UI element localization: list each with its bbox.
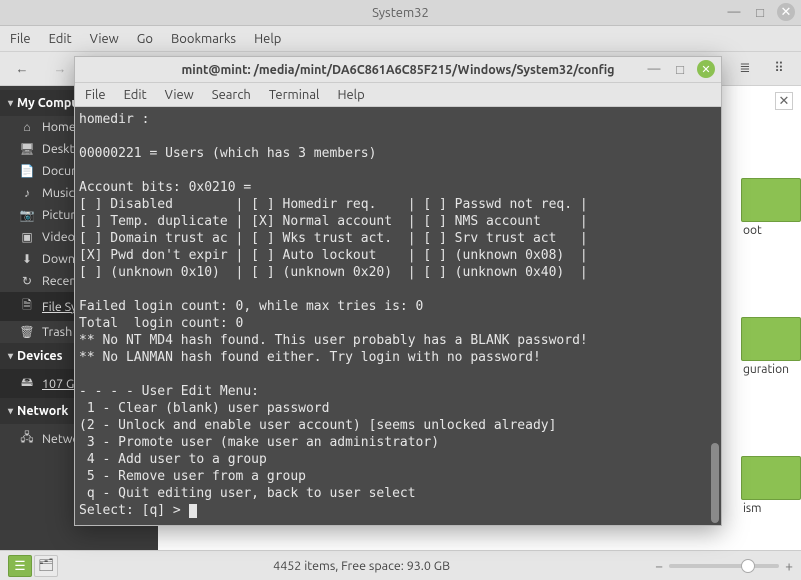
pictures-icon: 📷 [20,208,34,222]
drive-icon: 🖴 [20,373,34,394]
term-line: homedir : [79,112,149,127]
menu-file[interactable]: File [85,88,106,102]
menu-view[interactable]: View [165,88,194,102]
term-prompt: Select: [q] > [79,503,189,518]
close-panel-icon[interactable]: ✕ [775,92,793,110]
terminal-output[interactable]: homedir : 00000221 = Users (which has 3 … [75,107,721,525]
term-line: (2 - Unlock and enable user account) [se… [79,418,556,433]
term-line: 5 - Remove user from a group [79,469,306,484]
term-menubar: File Edit View Search Terminal Help [75,83,721,107]
places-toggle-icon[interactable]: ☰ [8,555,32,577]
term-titlebar[interactable]: mint@mint: /media/mint/DA6C861A6C85F215/… [75,57,721,83]
documents-icon: 📄 [20,164,34,178]
menu-edit[interactable]: Edit [49,32,72,46]
forward-icon[interactable]: → [46,56,74,82]
close-icon[interactable]: ✕ [777,3,795,21]
term-line: [ ] Temp. duplicate | [X] Normal account… [79,214,588,229]
term-line: ** No LANMAN hash found either. Try logi… [79,350,541,365]
term-line: 00000221 = Users (which has 3 members) [79,146,376,161]
desktop-icon: 🖥 [20,142,34,156]
compact-view-icon[interactable]: ⠿ [765,56,793,82]
fm-statusbar: ☰ 🗂 4452 items, Free space: 93.0 GB − + [0,550,801,580]
term-line: [ ] Disabled | [ ] Homedir req. | [ ] Pa… [79,197,588,212]
recent-icon: ↻ [20,274,34,288]
menu-terminal[interactable]: Terminal [269,88,320,102]
menu-search[interactable]: Search [212,88,251,102]
term-line: ** No NT MD4 hash found. This user proba… [79,333,588,348]
menu-help[interactable]: Help [254,32,281,46]
terminal-scrollbar[interactable] [711,113,719,519]
music-icon: ♪ [20,186,34,200]
cursor-icon [189,504,197,518]
term-line: q - Quit editing user, back to user sele… [79,486,416,501]
zoom-track[interactable] [669,564,779,568]
home-icon: ⌂ [20,120,34,134]
term-line: [ ] (unknown 0x10) | [ ] (unknown 0x20) … [79,265,588,280]
trash-icon: 🗑 [20,325,34,339]
status-text: 4452 items, Free space: 93.0 GB [68,559,655,573]
filesystem-icon: 🗎 [20,296,34,317]
list-view-icon[interactable]: ≣ [731,56,759,82]
fm-menubar: File Edit View Go Bookmarks Help [0,26,801,52]
minimize-icon[interactable]: — [645,60,663,78]
fm-window-title: System32 [0,6,801,20]
terminal-window: mint@mint: /media/mint/DA6C861A6C85F215/… [74,56,722,526]
maximize-icon[interactable]: □ [751,3,769,21]
tree-toggle-icon[interactable]: 🗂 [34,555,58,577]
menu-edit[interactable]: Edit [124,88,147,102]
term-line: [ ] Domain trust ac | [ ] Wks trust act.… [79,231,588,246]
videos-icon: ▣ [20,230,34,244]
menu-go[interactable]: Go [137,32,153,46]
term-line: Account bits: 0x0210 = [79,180,251,195]
chevron-down-icon: ▾ [8,405,13,417]
downloads-icon: ⬇ [20,252,34,266]
term-line: 3 - Promote user (make user an administr… [79,435,439,450]
term-line: Failed login count: 0, while max tries i… [79,299,423,314]
menu-file[interactable]: File [10,32,31,46]
scrollbar-thumb[interactable] [711,443,719,523]
minimize-icon[interactable]: — [725,3,743,21]
network-icon: 🖧 [20,428,34,449]
zoom-thumb[interactable] [741,559,755,573]
maximize-icon[interactable]: □ [671,60,689,78]
chevron-down-icon: ▾ [8,350,13,362]
folder-icon[interactable] [741,317,801,361]
folder-icon[interactable] [741,178,801,222]
close-icon[interactable]: ✕ [697,60,715,78]
term-line: Total login count: 0 [79,316,243,331]
term-line: 1 - Clear (blank) user password [79,401,329,416]
menu-bookmarks[interactable]: Bookmarks [171,32,236,46]
chevron-down-icon: ▾ [8,97,13,109]
zoom-in-icon[interactable]: + [785,558,793,574]
zoom-out-icon[interactable]: − [655,558,663,574]
fm-titlebar: System32 — □ ✕ [0,0,801,26]
term-line: [X] Pwd don't expir | [ ] Auto lockout |… [79,248,588,263]
term-title: mint@mint: /media/mint/DA6C861A6C85F215/… [75,63,721,77]
zoom-slider[interactable]: − + [655,558,793,574]
menu-view[interactable]: View [90,32,119,46]
back-icon[interactable]: ← [8,56,36,82]
term-line: 4 - Add user to a group [79,452,267,467]
term-line: - - - - User Edit Menu: [79,384,259,399]
menu-help[interactable]: Help [337,88,364,102]
